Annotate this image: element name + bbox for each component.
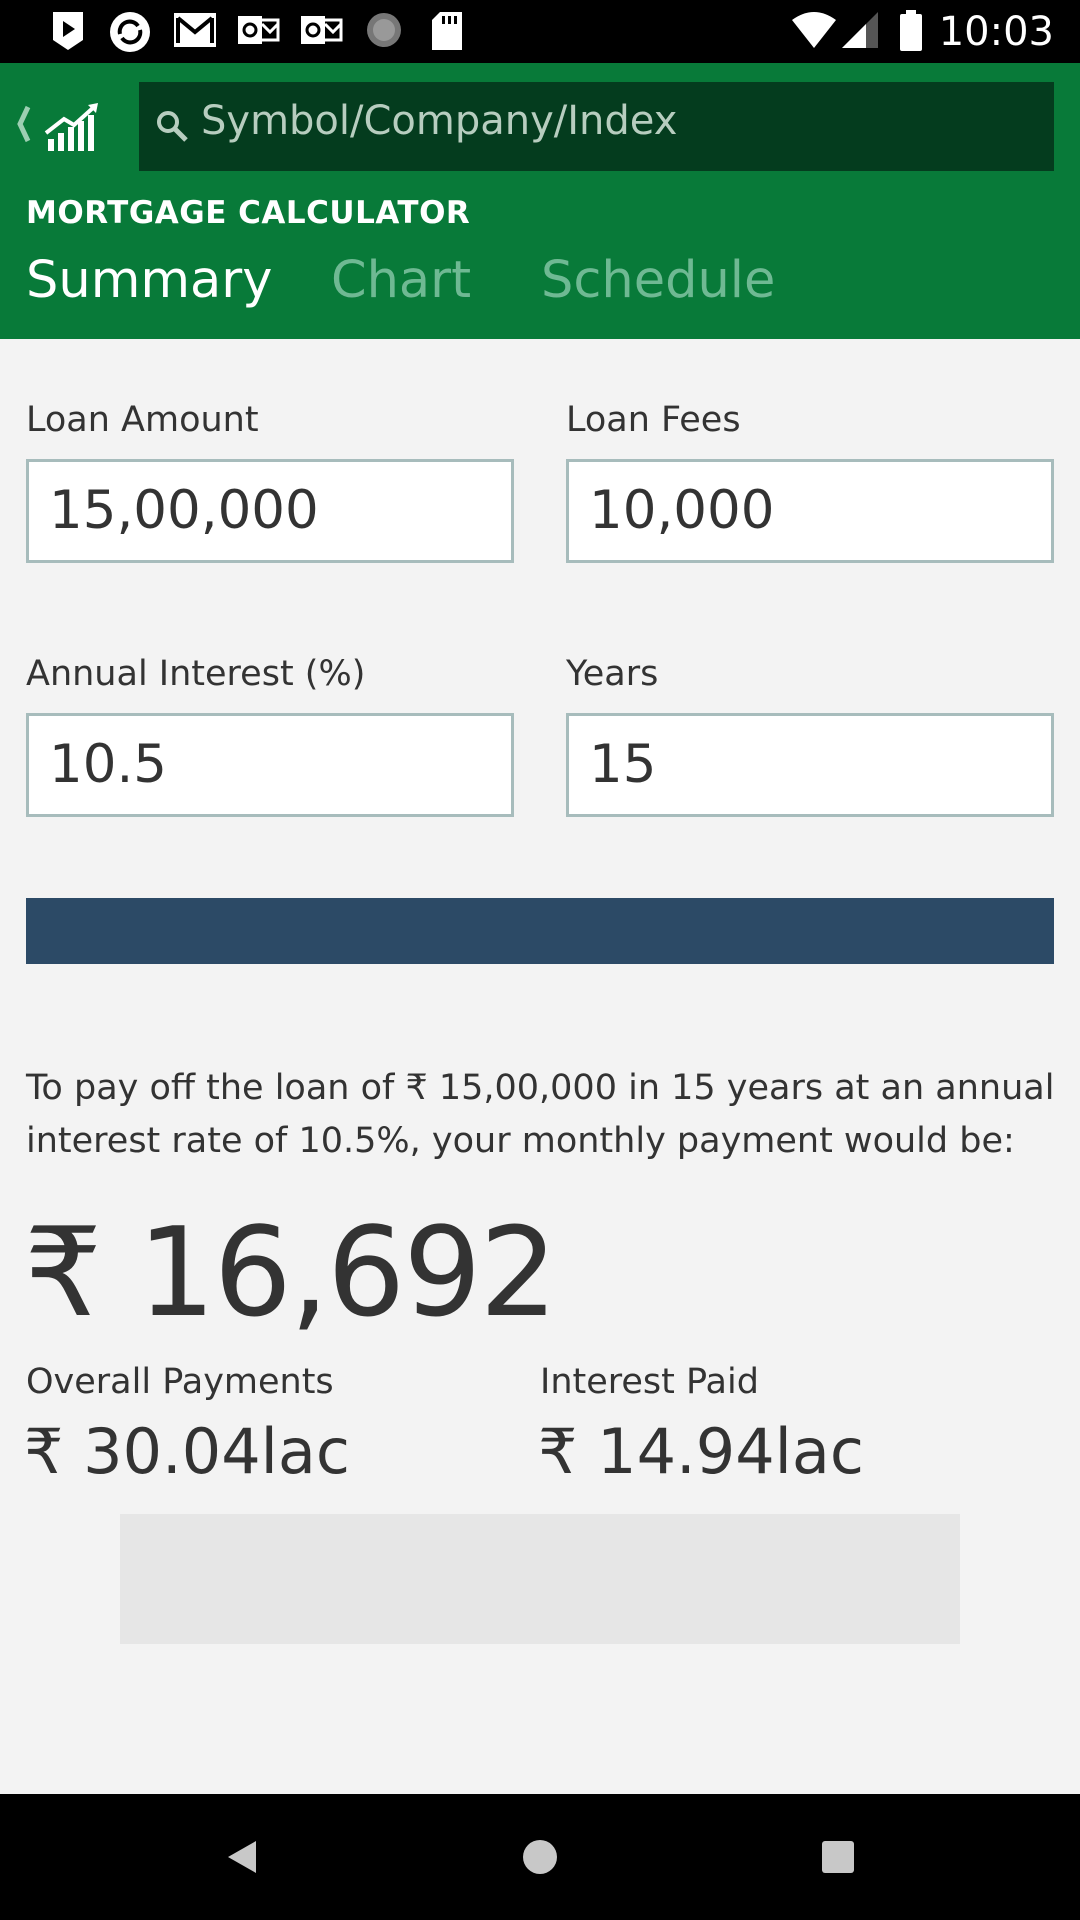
app-header: Symbol/Company/Index MORTGAGE CALCULATOR…	[0, 63, 1080, 339]
back-nav-button[interactable]	[162, 1794, 322, 1920]
sd-card-icon	[430, 10, 464, 56]
recents-square-icon	[822, 1841, 854, 1873]
back-button[interactable]	[8, 95, 108, 161]
search-input[interactable]: Symbol/Company/Index	[139, 82, 1054, 171]
loading-icon	[364, 10, 404, 54]
interest-paid-label: Interest Paid	[540, 1362, 759, 1402]
wifi-icon	[790, 10, 838, 54]
chart-logo-icon	[44, 103, 98, 151]
search-placeholder: Symbol/Company/Index	[201, 98, 678, 144]
loan-amount-field[interactable]	[26, 459, 514, 563]
home-circle-icon	[523, 1840, 557, 1874]
search-icon	[155, 109, 189, 147]
calculate-button[interactable]	[26, 898, 1054, 964]
tab-summary[interactable]: Summary	[26, 251, 272, 310]
section-title: MORTGAGE CALCULATOR	[26, 195, 471, 231]
play-store-icon	[50, 10, 86, 56]
monthly-payment-value: ₹ 16,692	[24, 1202, 558, 1345]
sync-icon	[106, 10, 154, 58]
overall-payments-label: Overall Payments	[26, 1362, 334, 1402]
gmail-icon	[172, 10, 218, 54]
outlook-icon	[236, 10, 280, 54]
tab-chart[interactable]: Chart	[331, 251, 471, 310]
signal-icon	[840, 10, 880, 54]
interest-paid-value: ₹ 14.94lac	[538, 1415, 864, 1488]
outlook-icon	[299, 10, 343, 54]
tab-schedule[interactable]: Schedule	[541, 251, 775, 310]
loan-amount-label: Loan Amount	[26, 400, 259, 440]
loan-fees-label: Loan Fees	[566, 400, 741, 440]
status-bar: 10:03	[0, 0, 1080, 63]
result-summary: To pay off the loan of ₹ 15,00,000 in 15…	[26, 1068, 1055, 1161]
chevron-left-icon	[17, 105, 31, 143]
annual-interest-field[interactable]	[26, 713, 514, 817]
battery-icon	[898, 10, 924, 56]
years-label: Years	[566, 654, 659, 694]
back-triangle-icon	[228, 1841, 256, 1873]
ad-banner-placeholder	[120, 1514, 960, 1644]
years-field[interactable]	[566, 713, 1054, 817]
system-nav-bar	[0, 1794, 1080, 1920]
loan-fees-field[interactable]	[566, 459, 1054, 563]
annual-interest-label: Annual Interest (%)	[26, 654, 366, 694]
recents-nav-button[interactable]	[758, 1794, 918, 1920]
home-nav-button[interactable]	[460, 1794, 620, 1920]
overall-payments-value: ₹ 30.04lac	[24, 1415, 350, 1488]
clock: 10:03	[938, 9, 1054, 55]
